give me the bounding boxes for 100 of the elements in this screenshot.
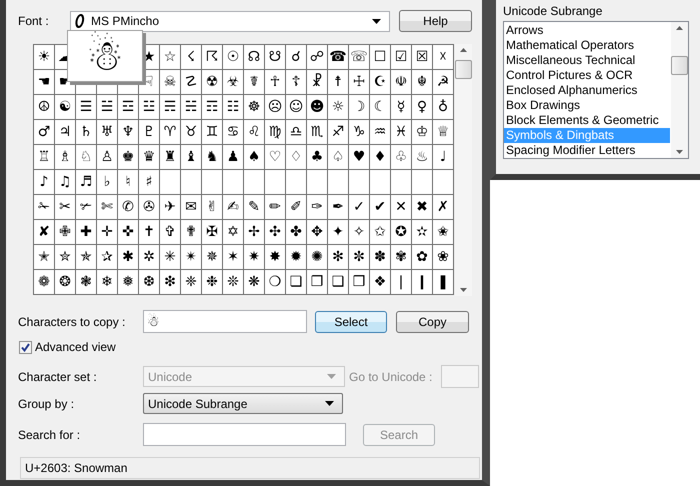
- character-cell[interactable]: ♎: [286, 120, 306, 144]
- character-cell[interactable]: ☶: [202, 95, 222, 119]
- scrollbar-thumb[interactable]: [671, 56, 688, 75]
- character-cell[interactable]: ♨: [412, 145, 432, 169]
- character-cell[interactable]: ♭: [97, 170, 117, 194]
- character-cell[interactable]: ✘: [34, 220, 54, 244]
- character-cell[interactable]: ☐: [370, 45, 390, 69]
- character-cell[interactable]: ❙: [412, 270, 432, 294]
- go-to-unicode-field[interactable]: [441, 365, 480, 388]
- character-cell[interactable]: ☺: [286, 95, 306, 119]
- search-field[interactable]: [143, 423, 346, 446]
- subrange-item[interactable]: Spacing Modifier Letters: [504, 143, 670, 158]
- character-cell[interactable]: ☉: [223, 45, 243, 69]
- character-cell[interactable]: ✍: [223, 195, 243, 219]
- character-cell[interactable]: ☒: [412, 45, 432, 69]
- character-cell[interactable]: ✹: [286, 245, 306, 269]
- character-cell[interactable]: ♂: [34, 120, 54, 144]
- character-cell[interactable]: ☼: [328, 95, 348, 119]
- character-cell[interactable]: ♆: [118, 120, 138, 144]
- character-cell[interactable]: ✢: [244, 220, 264, 244]
- character-cell[interactable]: ❒: [349, 270, 369, 294]
- character-cell[interactable]: ☆: [160, 45, 180, 69]
- character-cell[interactable]: ✻: [328, 245, 348, 269]
- character-cell[interactable]: ✏: [265, 195, 285, 219]
- character-cell[interactable]: ☏: [349, 45, 369, 69]
- font-dropdown[interactable]: MS PMincho: [70, 10, 390, 32]
- character-cell[interactable]: ❉: [202, 270, 222, 294]
- character-cell[interactable]: ❘: [391, 270, 411, 294]
- character-cell[interactable]: ✞: [160, 220, 180, 244]
- character-cell[interactable]: ✃: [76, 195, 96, 219]
- character-cell[interactable]: ☭: [433, 70, 453, 94]
- character-cell[interactable]: ♢: [286, 145, 306, 169]
- character-cell[interactable]: ✜: [118, 220, 138, 244]
- character-cell[interactable]: ☪: [370, 70, 390, 94]
- character-cell[interactable]: ♄: [76, 120, 96, 144]
- character-cell[interactable]: ☤: [244, 70, 264, 94]
- subrange-item[interactable]: Mathematical Operators: [504, 38, 670, 53]
- character-cell[interactable]: ✺: [307, 245, 327, 269]
- character-cell[interactable]: ♉: [181, 120, 201, 144]
- character-cell[interactable]: ✩: [370, 220, 390, 244]
- character-cell[interactable]: ♍: [265, 120, 285, 144]
- character-cell[interactable]: ☿: [391, 95, 411, 119]
- character-cell[interactable]: ☥: [265, 70, 285, 94]
- character-cell[interactable]: ♠: [244, 145, 264, 169]
- character-cell[interactable]: ☢: [202, 70, 222, 94]
- character-cell[interactable]: ♚: [118, 145, 138, 169]
- character-cell[interactable]: ✈: [160, 195, 180, 219]
- character-cell[interactable]: ✦: [328, 220, 348, 244]
- character-cell[interactable]: ♅: [97, 120, 117, 144]
- character-cell[interactable]: ❁: [34, 270, 54, 294]
- character-cell[interactable]: ☷: [223, 95, 243, 119]
- character-cell[interactable]: ✽: [370, 245, 390, 269]
- character-cell[interactable]: ♌: [244, 120, 264, 144]
- character-cell[interactable]: ☬: [412, 70, 432, 94]
- character-cell[interactable]: ☻: [307, 95, 327, 119]
- character-cell[interactable]: ☹: [265, 95, 285, 119]
- character-cell[interactable]: ✠: [202, 220, 222, 244]
- subrange-item[interactable]: Box Drawings: [504, 98, 670, 113]
- character-cell[interactable]: ✡: [223, 220, 243, 244]
- character-cell[interactable]: ♫: [55, 170, 75, 194]
- character-cell[interactable]: ☌: [286, 45, 306, 69]
- character-cell[interactable]: ☵: [181, 95, 201, 119]
- character-cell[interactable]: ☡: [181, 70, 201, 94]
- character-cell[interactable]: ♤: [328, 145, 348, 169]
- character-cell[interactable]: ☦: [286, 70, 306, 94]
- subrange-item[interactable]: Miscellaneous Technical: [504, 53, 670, 68]
- character-cell[interactable]: ♞: [202, 145, 222, 169]
- character-cell[interactable]: ☫: [391, 70, 411, 94]
- character-cell[interactable]: ❃: [76, 270, 96, 294]
- help-button[interactable]: Help: [399, 10, 472, 32]
- character-cell[interactable]: ✭: [34, 245, 54, 269]
- character-cell[interactable]: ♇: [139, 120, 159, 144]
- character-cell[interactable]: ✳: [160, 245, 180, 269]
- character-cell[interactable]: ✿: [412, 245, 432, 269]
- character-cell[interactable]: ❊: [223, 270, 243, 294]
- character-cell[interactable]: ✷: [244, 245, 264, 269]
- character-cell[interactable]: ♏: [307, 120, 327, 144]
- character-cell[interactable]: ✁: [34, 195, 54, 219]
- scrollbar[interactable]: [455, 44, 472, 296]
- character-cell[interactable]: ❆: [139, 270, 159, 294]
- subrange-item[interactable]: Block Elements & Geometric: [504, 113, 670, 128]
- select-button[interactable]: Select: [315, 310, 387, 332]
- character-cell[interactable]: ❐: [307, 270, 327, 294]
- character-cell[interactable]: ☍: [307, 45, 327, 69]
- scrollbar[interactable]: [671, 22, 688, 158]
- character-cell[interactable]: ♥: [349, 145, 369, 169]
- character-cell[interactable]: ✴: [181, 245, 201, 269]
- character-cell[interactable]: ♬: [76, 170, 96, 194]
- character-cell[interactable]: ☀: [34, 45, 54, 69]
- character-cell[interactable]: ❏: [286, 270, 306, 294]
- character-cell[interactable]: ✰: [97, 245, 117, 269]
- character-cell[interactable]: ✇: [139, 195, 159, 219]
- character-cell[interactable]: ❖: [370, 270, 390, 294]
- character-cell[interactable]: ❅: [118, 270, 138, 294]
- character-cell[interactable]: ☮: [34, 95, 54, 119]
- character-cell[interactable]: ☲: [118, 95, 138, 119]
- character-cell[interactable]: ♃: [55, 120, 75, 144]
- character-cell[interactable]: ☨: [328, 70, 348, 94]
- character-cell[interactable]: ♈: [160, 120, 180, 144]
- character-cell[interactable]: ✾: [391, 245, 411, 269]
